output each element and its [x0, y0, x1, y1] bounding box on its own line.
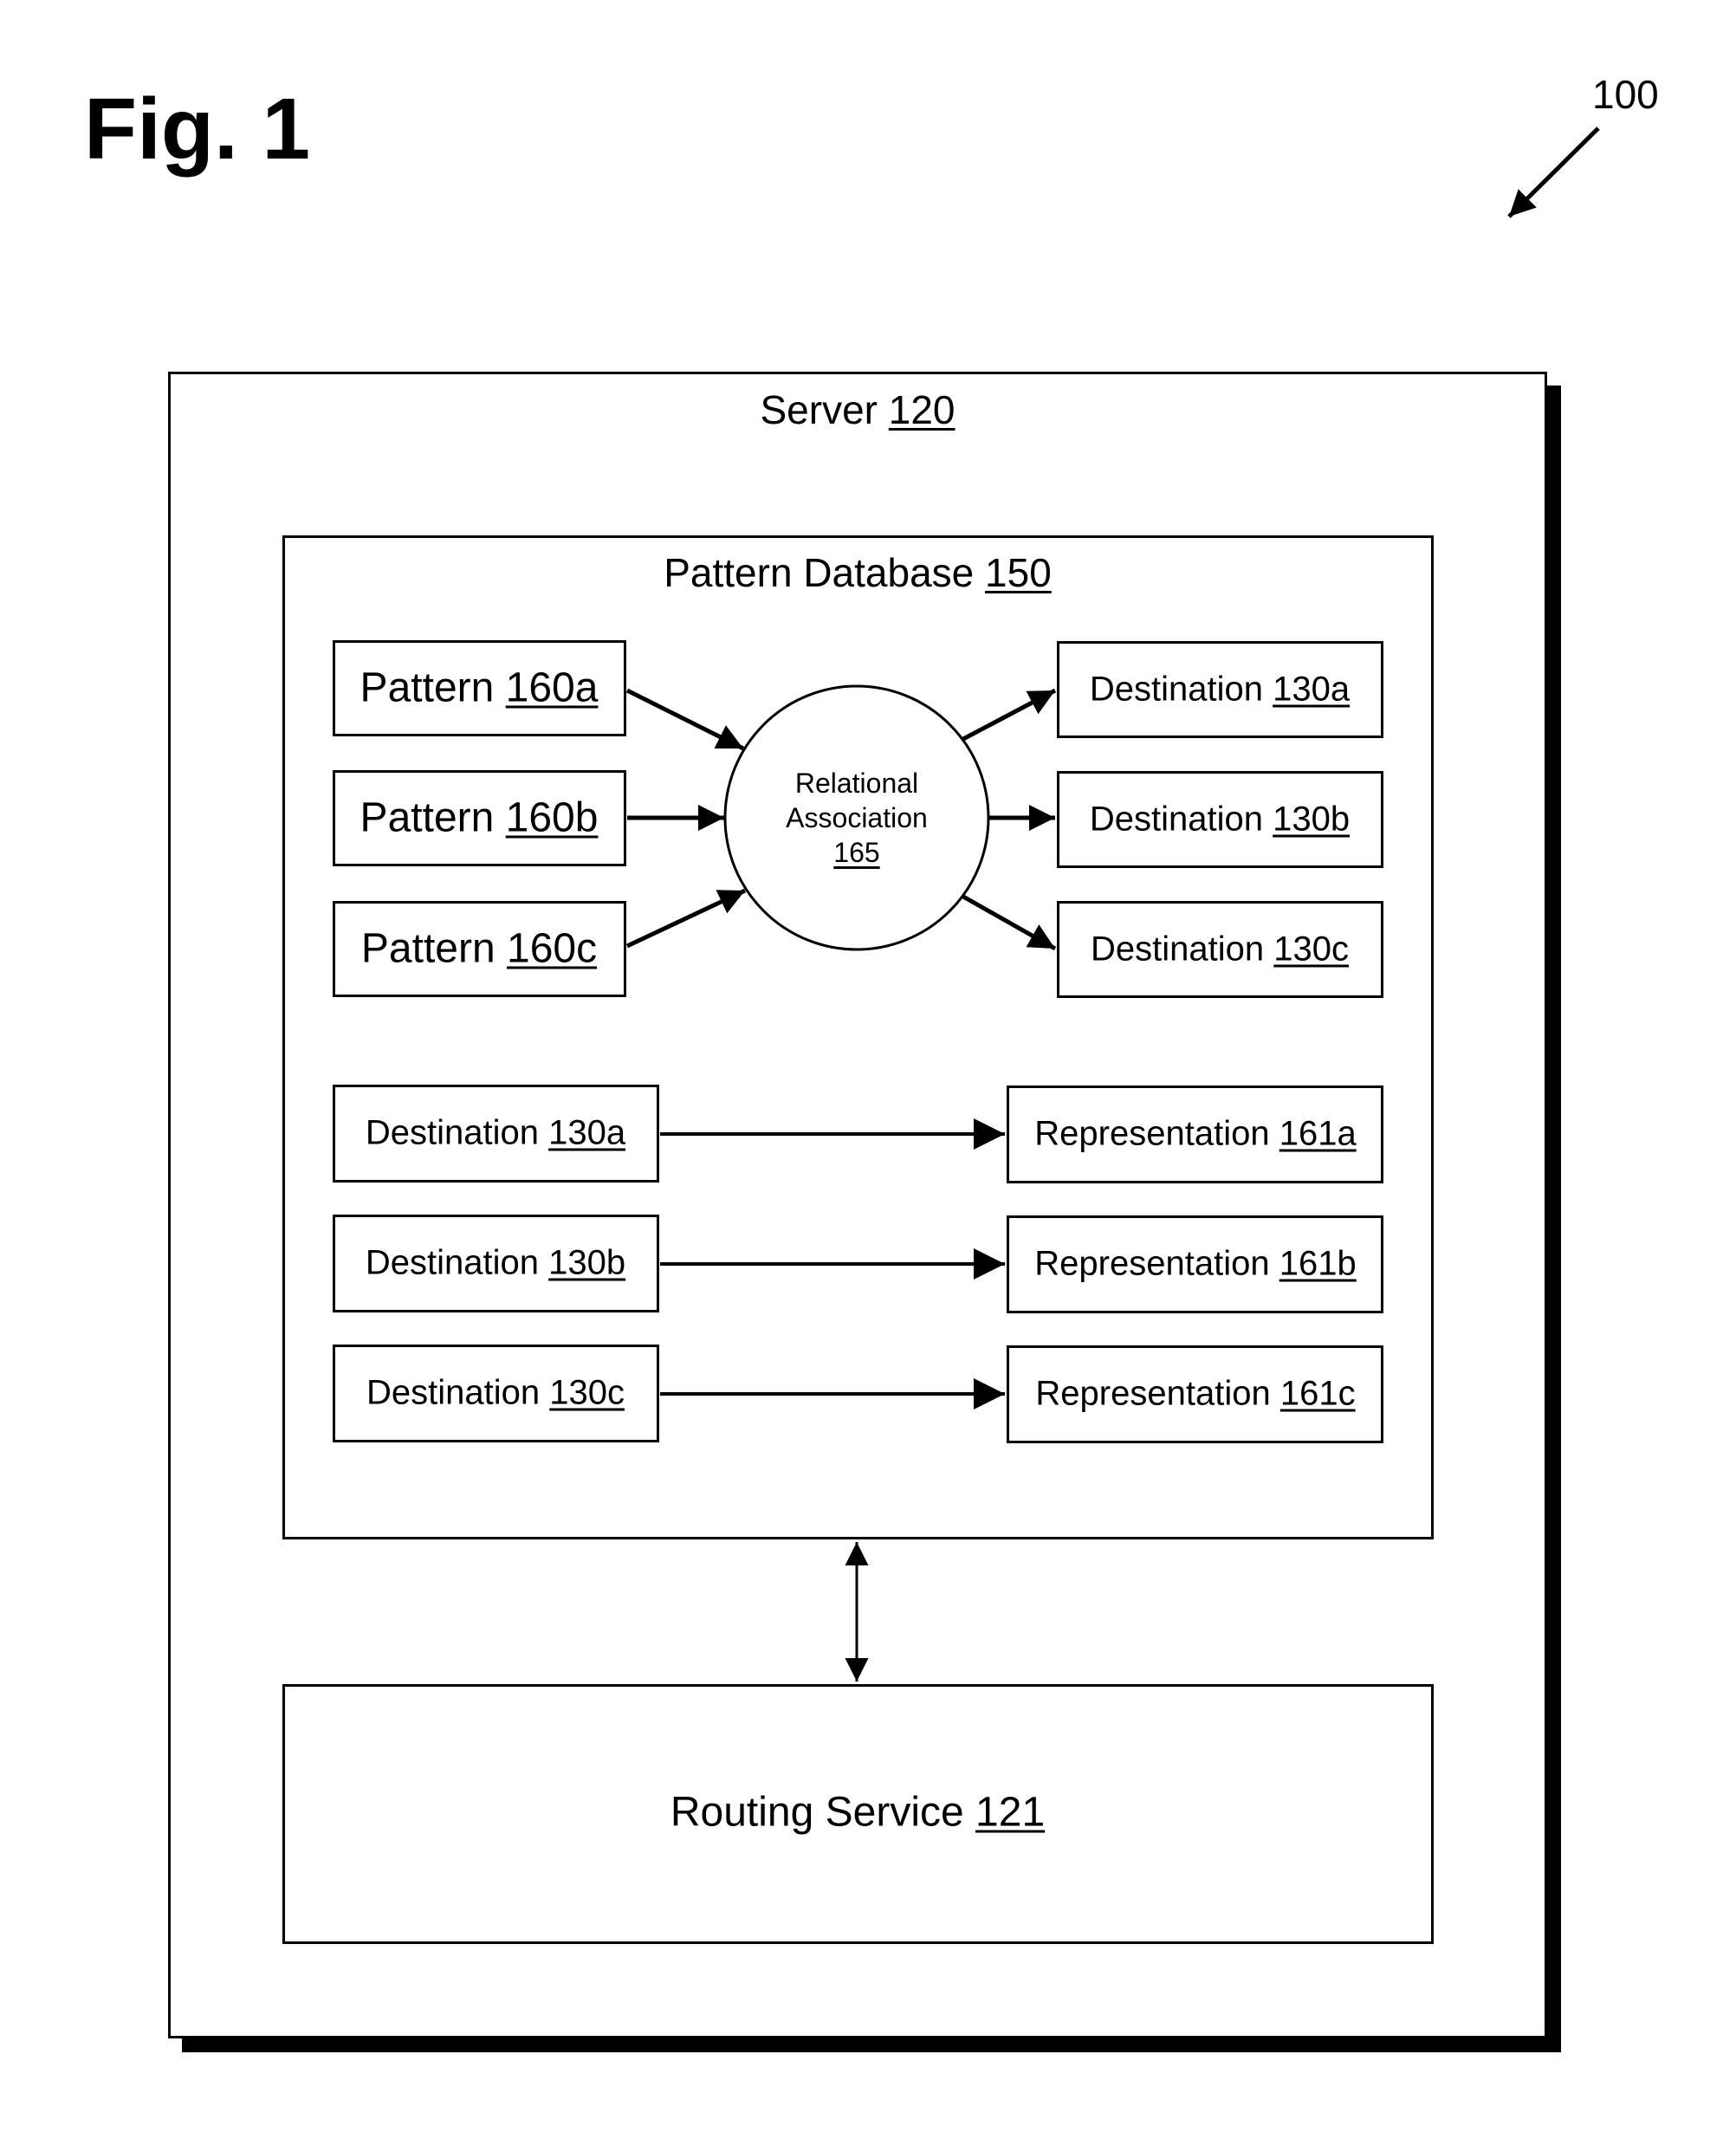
mapping-destination-label-130b: Destination 130b	[366, 1244, 625, 1283]
destination-name: Destination	[1089, 800, 1264, 839]
figure-title: Fig. 1	[84, 81, 311, 178]
destination-label-130b: Destination 130b	[1090, 800, 1350, 839]
representation-name: Representation	[1035, 1374, 1271, 1413]
destination-ref: 130a	[548, 1113, 626, 1152]
pattern-name: Pattern	[360, 794, 495, 841]
mapping-destination-label-130c: Destination 130c	[366, 1374, 625, 1413]
representation-ref: 161b	[1279, 1244, 1357, 1283]
representation-ref: 161c	[1279, 1374, 1356, 1413]
representation-label-161c: Representation 161c	[1035, 1375, 1355, 1414]
representation-name: Representation	[1034, 1244, 1270, 1283]
representation-label-161b: Representation 161b	[1034, 1245, 1356, 1284]
server-name: Server	[760, 387, 878, 432]
routing-service-ref: 121	[975, 1789, 1046, 1836]
representation-ref: 161a	[1279, 1114, 1357, 1153]
association-line-1: Relational	[794, 768, 919, 799]
routing-service-name: Routing Service	[670, 1789, 964, 1836]
pattern-label-160a: Pattern 160a	[360, 664, 599, 712]
destination-ref: 130b	[1273, 800, 1351, 839]
destination-ref: 130a	[1273, 670, 1351, 709]
routing-service-label: Routing Service 121	[670, 1789, 1045, 1837]
destination-name: Destination	[365, 1113, 540, 1152]
association-line-2: Association	[786, 802, 928, 833]
association-ref: 165	[833, 837, 880, 868]
representation-label-161a: Representation 161a	[1034, 1115, 1356, 1154]
destination-label-130c: Destination 130c	[1091, 930, 1349, 969]
pattern-ref: 160b	[505, 794, 599, 841]
destination-label-130a: Destination 130a	[1090, 671, 1350, 710]
server-shadow-bottom	[182, 2038, 1561, 2052]
destination-name: Destination	[365, 1243, 540, 1282]
destination-ref: 130b	[548, 1243, 626, 1282]
destination-name: Destination	[366, 1373, 541, 1412]
destination-ref: 130c	[1273, 930, 1349, 969]
pattern-label-160c: Pattern 160c	[361, 925, 597, 973]
pattern-database-ref: 150	[985, 550, 1052, 595]
destination-name: Destination	[1089, 670, 1264, 709]
figure-reference-number: 100	[1592, 72, 1659, 117]
pattern-label-160b: Pattern 160b	[360, 794, 599, 842]
mapping-destination-label-130a: Destination 130a	[366, 1114, 625, 1153]
server-ref: 120	[888, 387, 955, 432]
pattern-name: Pattern	[360, 664, 495, 711]
pattern-ref: 160c	[507, 925, 598, 972]
server-shadow-right	[1547, 386, 1561, 2052]
pattern-database-label: Pattern Database 150	[664, 549, 1052, 596]
representation-name: Representation	[1034, 1114, 1270, 1153]
relational-association-label: Relational Association 165	[786, 766, 928, 870]
pattern-ref: 160a	[505, 664, 599, 711]
pattern-database-name: Pattern Database	[664, 550, 975, 595]
destination-ref: 130c	[549, 1373, 625, 1412]
server-label: Server 120	[760, 386, 955, 433]
destination-name: Destination	[1091, 930, 1265, 969]
figure-pointer-arrow	[1507, 126, 1600, 218]
pattern-name: Pattern	[360, 925, 496, 972]
